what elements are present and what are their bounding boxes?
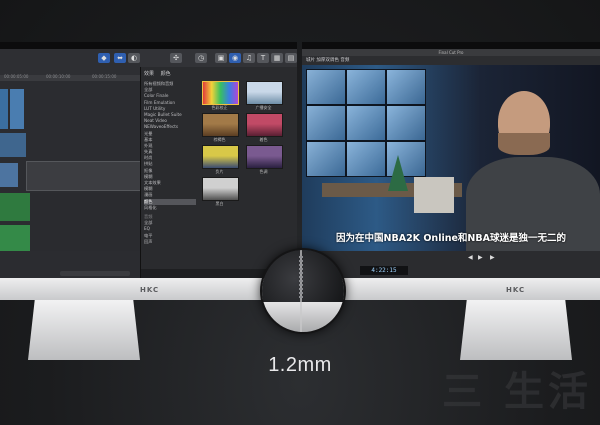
play-icon[interactable]: ▶ — [478, 254, 483, 261]
left-monitor-logo: HKC — [140, 286, 160, 294]
left-screen: ◆ ⬌ ◐ 00:00:05:00 00:00:10:00 00:00:15:0… — [0, 49, 297, 278]
effect-thumb-label: 黑白 — [215, 201, 224, 206]
trophy-box — [414, 177, 454, 213]
background-screen — [346, 105, 386, 141]
ruler-time: 00:00:15:00 — [92, 74, 117, 79]
effect-thumb-label: 色调 — [259, 169, 268, 174]
empty-track — [30, 193, 140, 251]
effects-category-list: 所有视频和音频 全部 Color Finale Film Emulation L… — [144, 81, 196, 245]
effect-thumb-label: 棕褐色 — [213, 137, 226, 142]
viewer-bar: 城片 加厚双调色 音频 — [302, 56, 600, 65]
transform-icon[interactable]: ✣ — [170, 53, 182, 63]
browser-toolbar: ✣ ◷ ▣ ◉ ♫ T ▦ ▤ — [140, 49, 297, 67]
audio-item[interactable]: 回声 — [144, 239, 196, 245]
background-screen — [346, 141, 386, 177]
music-icon[interactable]: ♫ — [243, 53, 255, 63]
next-frame-icon[interactable]: ▶ — [490, 254, 495, 261]
effect-thumb-sepia[interactable] — [202, 113, 239, 137]
audio-clip[interactable] — [0, 193, 30, 221]
video-clip[interactable] — [0, 133, 26, 157]
person-beard — [498, 133, 550, 155]
audio-clip[interactable] — [0, 225, 30, 251]
title-clip[interactable] — [26, 161, 142, 191]
video-subtitle: 因为在中国NBA2K Online和NBA球迷是独一无二的 — [336, 233, 566, 244]
titles-icon[interactable]: T — [257, 53, 269, 63]
bezel-magnifier — [262, 250, 344, 332]
category-item[interactable]: 风格化 — [144, 205, 196, 211]
right-screen: Final Cut Pro 城片 加厚双调色 音频 因为在中国NBA2K Onl… — [302, 49, 600, 278]
effect-thumb-label: 负片 — [215, 169, 224, 174]
timecode-display: 4:22:15 — [360, 266, 408, 275]
solo-icon[interactable]: ◐ — [128, 53, 140, 63]
video-viewer: 因为在中国NBA2K Online和NBA球迷是独一无二的 — [302, 65, 600, 251]
effect-thumb-negative[interactable] — [202, 145, 239, 169]
magnified-chin — [262, 302, 344, 332]
effect-thumb-label: 色彩校正 — [211, 105, 228, 110]
speed-icon[interactable]: ◷ — [195, 53, 207, 63]
right-monitor-logo: HKC — [506, 286, 526, 294]
background-screen — [386, 105, 426, 141]
effect-thumb-hue[interactable] — [246, 145, 283, 169]
background-screen — [306, 69, 346, 105]
magnified-pixel-edge — [299, 256, 303, 300]
blade-icon[interactable]: ◆ — [98, 53, 110, 63]
timeline[interactable] — [0, 81, 142, 278]
right-monitor-stand — [460, 300, 572, 360]
video-clip[interactable] — [0, 89, 8, 129]
ruler-time: 00:00:05:00 — [4, 74, 29, 79]
timeline-toolbar: ◆ ⬌ ◐ — [0, 49, 140, 75]
zoom-slider[interactable] — [60, 271, 130, 276]
background-screen — [346, 69, 386, 105]
background-screen — [306, 105, 346, 141]
tab-color[interactable]: 颜色 — [161, 71, 171, 77]
panel-divider — [140, 67, 141, 278]
effects-tabs: 效果 颜色 — [144, 70, 171, 77]
watermark: 三 生活 — [442, 369, 592, 415]
snapping-icon[interactable]: ⬌ — [114, 53, 126, 63]
camera-icon[interactable]: ▣ — [215, 53, 227, 63]
effects-browser: 效果 颜色 所有视频和音频 全部 Color Finale Film Emula… — [140, 67, 297, 278]
right-monitor-bezel — [302, 42, 600, 49]
background-screen — [306, 141, 346, 177]
left-monitor-stand — [28, 300, 140, 360]
effects-browser-icon[interactable]: ◉ — [229, 53, 241, 63]
effect-thumb-color-correction[interactable] — [202, 81, 239, 105]
right-monitor-chin: HKC — [302, 278, 600, 300]
background-screen — [386, 141, 426, 177]
background-screen — [386, 69, 426, 105]
viewer-controls: ◀ ▶ ▶ 4:22:15 — [302, 251, 600, 278]
effect-thumb-label: 广播安全 — [255, 105, 272, 110]
effect-thumb-broadcast-safe[interactable] — [246, 81, 283, 105]
ruler-time: 00:00:10:00 — [46, 74, 71, 79]
tab-effects[interactable]: 效果 — [144, 71, 154, 77]
app-title: Final Cut Pro — [302, 49, 600, 56]
video-clip[interactable] — [10, 89, 24, 129]
left-monitor-chin: HKC — [0, 278, 297, 300]
themes-icon[interactable]: ▤ — [285, 53, 297, 63]
showcase-stage: HKC ◆ ⬌ ◐ 00:00:05:00 00:00:10:00 00:00:… — [0, 0, 600, 425]
effect-thumb-black-white[interactable] — [202, 177, 239, 201]
effect-thumb-label: 着色 — [259, 137, 268, 142]
previous-frame-icon[interactable]: ◀ — [468, 254, 473, 261]
effect-thumb-tint[interactable] — [246, 113, 283, 137]
video-clip[interactable] — [0, 163, 18, 187]
left-monitor-bezel — [0, 42, 297, 49]
generators-icon[interactable]: ▦ — [271, 53, 283, 63]
